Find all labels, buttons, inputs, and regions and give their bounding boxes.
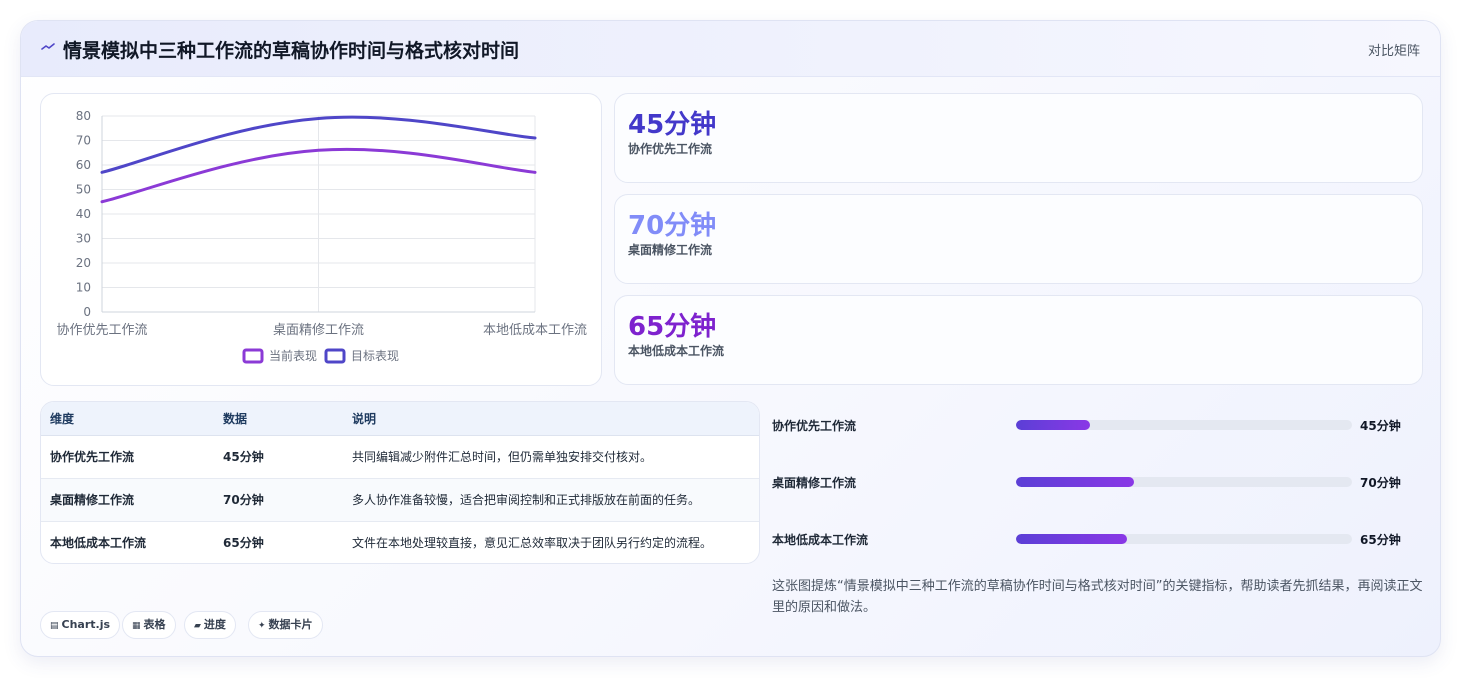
legend-label: 当前表现 [269,348,317,363]
chip-label: 表格 [143,618,166,631]
progress-row-desktop: 桌面精修工作流 70分钟 [772,472,1432,492]
progress-row-collab: 协作优先工作流 45分钟 [772,415,1432,435]
stat-card-desktop: 70分钟 桌面精修工作流 [614,194,1423,284]
progress-value: 65分钟 [1360,533,1401,547]
chip-label: 进度 [203,618,226,631]
table-cell: 70分钟 [214,478,343,522]
y-tick-label: 40 [76,207,91,221]
y-tick-label: 50 [76,183,91,197]
progress-fill [1016,534,1127,544]
comparison-table: 维度 数据 说明 协作优先工作流 45分钟 共同编辑减少附件汇总时间，但仍需单独… [41,402,759,563]
sparkle-icon: ✦ [258,621,266,631]
table-cell: 文件在本地处理较直接，意见汇总效率取决于团队另行约定的流程。 [352,536,713,551]
progress-track [1016,420,1352,430]
progress-icon: ▰ [194,621,201,631]
progress-label: 桌面精修工作流 [772,476,857,490]
progress-fill [1016,420,1090,430]
y-tick-label: 0 [83,305,91,319]
y-tick-label: 30 [76,232,91,246]
table-cell: 45分钟 [214,435,343,479]
stat-label: 协作优先工作流 [628,142,713,156]
x-tick-label: 本地低成本工作流 [483,323,587,338]
stat-value: 70分钟 [628,211,717,241]
y-tick-label: 80 [76,109,91,123]
stat-value: 45分钟 [628,110,717,140]
y-tick-label: 70 [76,134,91,148]
table-row: 协作优先工作流 45分钟 共同编辑减少附件汇总时间，但仍需单独安排交付核对。 [41,435,759,479]
chip-label: Chart.js [61,618,111,631]
progress-value: 45分钟 [1360,419,1401,433]
table-icon: ▦ [132,621,141,631]
x-tick-label: 桌面精修工作流 [273,323,364,338]
y-tick-label: 20 [76,256,91,270]
chart-icon: ▤ [50,621,59,631]
table-cell: 65分钟 [223,536,264,551]
line-chart-panel: 0 10 20 30 40 50 60 70 80 协作优先工作流 桌面精修工作流 本地低成本工作流当… [40,93,602,386]
view-tag[interactable]: 对比矩阵 [1368,40,1420,59]
progress-value: 70分钟 [1360,476,1401,490]
table-row: 本地低成本工作流 65分钟 文件在本地处理较直接，意见汇总效率取决于团队另行约定… [41,521,759,563]
table-cell: 多人协作准备较慢，适合把审阅控制和正式排版放在前面的任务。 [343,478,759,522]
table-header: 说明 [343,402,759,436]
table-row: 桌面精修工作流 70分钟 多人协作准备较慢，适合把审阅控制和正式排版放在前面的任… [41,478,759,522]
progress-fill [1016,477,1134,487]
line-chart: 0 10 20 30 40 50 60 70 80 协作优先工作流 桌面精修工作流 本地低成本工作流当… [56,109,587,364]
table-cell: 本地低成本工作流 [50,536,147,551]
stat-label: 本地低成本工作流 [628,344,725,358]
x-tick-label: 协作优先工作流 [56,323,147,338]
stat-label: 桌面精修工作流 [628,243,713,257]
chip-chartjs[interactable]: ▤ Chart.js [40,611,121,639]
chip-data-cards[interactable]: ✦ 数据卡片 [248,611,323,639]
table-header-row: 维度 数据 说明 [41,402,759,436]
stat-card-local: 65分钟 本地低成本工作流 [614,295,1423,385]
chip-progress[interactable]: ▰ 进度 [184,611,236,639]
table-header: 数据 [214,402,343,436]
legend-swatch [324,348,346,364]
table-cell: 协作优先工作流 [41,435,214,479]
summary-note: 这张图提炼“情景模拟中三种工作流的草稿协作时间与格式核对时间”的关键指标，帮助读… [772,579,1423,615]
comparison-table-panel: 维度 数据 说明 协作优先工作流 45分钟 共同编辑减少附件汇总时间，但仍需单独… [40,401,760,564]
stat-card-collab: 45分钟 协作优先工作流 [614,93,1423,183]
page-title: 情景模拟中三种工作流的草稿协作时间与格式核对时间 [63,40,520,62]
progress-track [1016,534,1352,544]
progress-label: 协作优先工作流 [772,419,857,433]
y-tick-label: 60 [76,158,91,172]
stat-value: 65分钟 [628,312,717,342]
legend-swatch [242,348,264,364]
card-header: 情景模拟中三种工作流的草稿协作时间与格式核对时间 对比矩阵 [21,21,1440,77]
chip-table[interactable]: ▦ 表格 [122,611,176,639]
table-cell: 桌面精修工作流 [41,478,214,522]
progress-row-local: 本地低成本工作流 65分钟 [772,529,1432,549]
dashboard-card: 情景模拟中三种工作流的草稿协作时间与格式核对时间 对比矩阵 0 10 20 30 40 5… [20,20,1441,657]
chip-label: 数据卡片 [268,618,313,631]
y-tick-label: 10 [76,281,91,295]
progress-label: 本地低成本工作流 [772,533,869,547]
legend-label: 目标表现 [351,349,399,363]
trend-icon [41,43,55,50]
progress-track [1016,477,1352,487]
table-cell: 共同编辑减少附件汇总时间，但仍需单独安排交付核对。 [343,435,759,479]
table-header: 维度 [41,402,214,436]
